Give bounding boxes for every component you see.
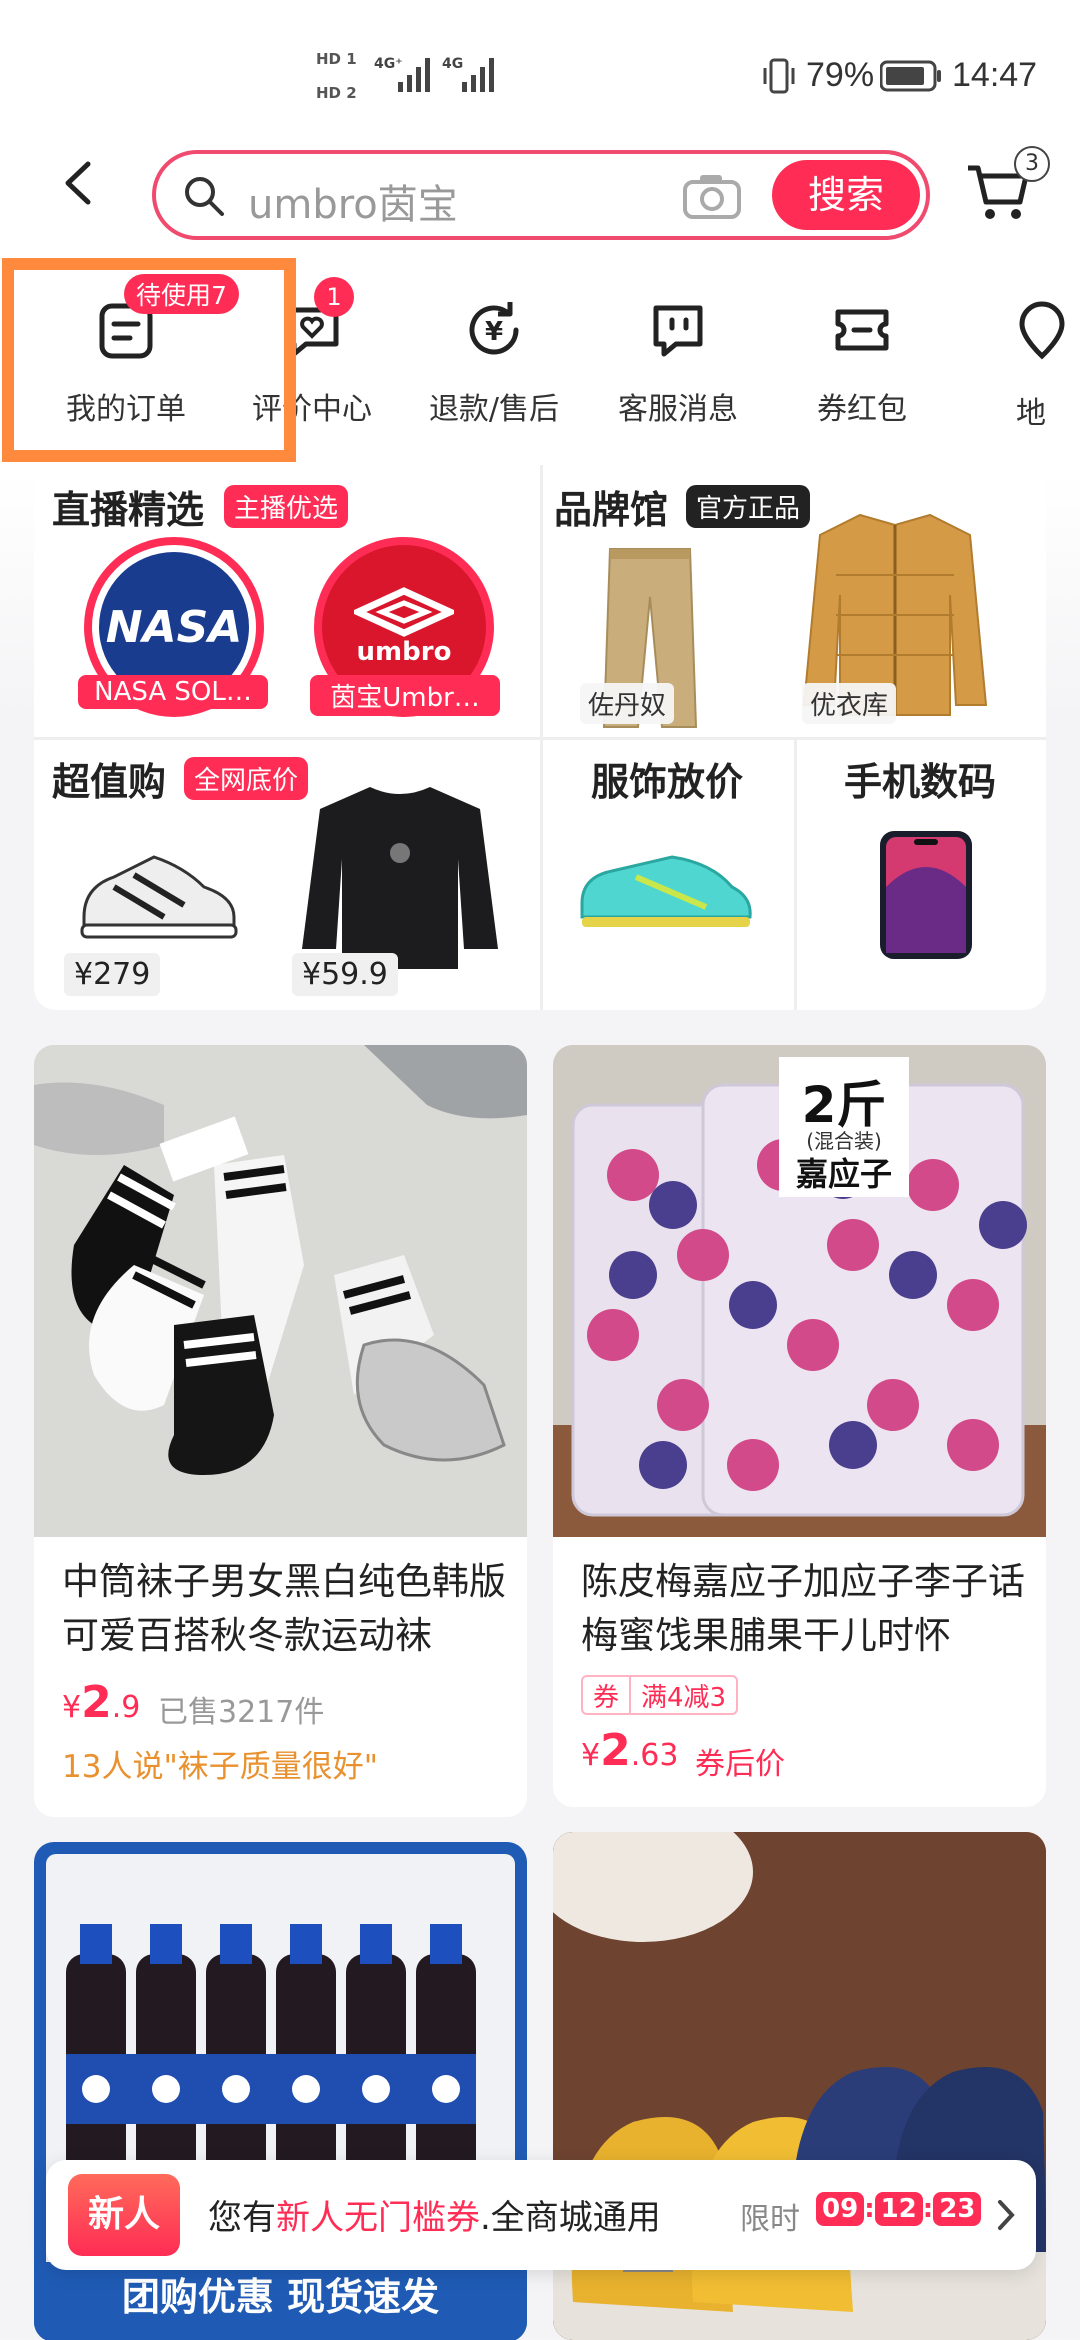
battery-percent: 79% — [806, 56, 875, 94]
camera-icon[interactable] — [682, 172, 742, 220]
cart-count-badge: 3 — [1014, 146, 1050, 182]
coupon-icon — [835, 309, 889, 351]
countdown-seconds: 23 — [933, 2192, 982, 2226]
signal-1-icon — [398, 58, 430, 92]
coupon-tag: 券满4减3 — [581, 1675, 739, 1715]
battery-icon — [880, 60, 941, 92]
live-item-name: NASA SOL… — [78, 675, 268, 709]
hd1-indicator: HD 1 — [316, 50, 357, 68]
cleats-image — [580, 855, 752, 927]
product-title: 中筒袜子男女黑白纯色韩版可爱百搭秋冬款运动袜 — [62, 1560, 506, 1657]
shortcut-service-messages[interactable]: 客服消息 — [598, 290, 758, 428]
hd2-indicator: HD 2 — [316, 84, 357, 102]
sneaker-image — [80, 855, 238, 939]
apparel-title: 服饰放价 — [590, 760, 743, 804]
search-button[interactable]: 搜索 — [772, 160, 920, 230]
sold-count: 已售3217件 — [158, 1695, 325, 1730]
shortcut-address[interactable]: 地 — [1010, 290, 1080, 430]
sweatshirt-image — [302, 787, 498, 969]
brand-tag: 官方正品 — [686, 485, 811, 528]
live-section[interactable]: 直播精选 主播优选 NASA NASA SOL… umbro 茵宝Umbr… — [34, 465, 540, 737]
socks-image — [34, 1045, 527, 1537]
network-type-2: 4G — [442, 56, 464, 72]
highlight-box — [2, 258, 296, 462]
new-user-coupon-bar[interactable]: 新人 您有新人无门槛券.全商城通用 限时 09:12:23 — [46, 2160, 1036, 2270]
value-title: 超值购 — [52, 760, 167, 804]
product-price: ¥2.9 — [62, 1677, 141, 1728]
new-user-message: 您有新人无门槛券.全商城通用 — [208, 2198, 661, 2238]
limited-time-label: 限时 — [740, 2202, 800, 2237]
digital-section[interactable]: 手机数码 — [794, 737, 1046, 1010]
shortcut-label: 退款/售后 — [428, 392, 560, 427]
svg-text:¥: ¥ — [485, 317, 503, 347]
chevron-right-icon[interactable] — [996, 2198, 1016, 2232]
live-title: 直播精选 — [52, 488, 205, 532]
search-input[interactable]: umbro茵宝 — [248, 172, 458, 230]
refund-icon: ¥ — [469, 302, 519, 355]
service-icon — [653, 305, 703, 357]
live-item-name: 茵宝Umbr… — [310, 675, 500, 716]
countdown-timer: 09:12:23 — [816, 2192, 982, 2226]
umbro-diamond-icon — [354, 587, 454, 637]
image-name-text: 嘉应子 — [795, 1155, 892, 1193]
countdown-hours: 09 — [816, 2192, 865, 2226]
product-card[interactable]: 中筒袜子男女黑白纯色韩版可爱百搭秋冬款运动袜 ¥2.9 已售3217件 13人说… — [34, 1045, 527, 1817]
brand-item-name: 优衣库 — [802, 683, 897, 724]
review-highlight: 13人说"袜子质量很好" — [62, 1749, 378, 1785]
search-box[interactable]: umbro茵宝 搜索 — [152, 150, 930, 240]
group-buy-banner: 团购优惠 现货速发 — [34, 2262, 527, 2340]
value-tag: 全网底价 — [184, 757, 309, 800]
shortcut-refund[interactable]: ¥ 退款/售后 — [414, 290, 574, 428]
review-count-badge: 1 — [314, 277, 354, 317]
vibrate-icon — [763, 58, 795, 94]
product-title: 陈皮梅嘉应子加应子李子话梅蜜饯果脯果干儿时怀 — [581, 1560, 1025, 1657]
digital-title: 手机数码 — [843, 760, 996, 804]
promo-card: 直播精选 主播优选 NASA NASA SOL… umbro 茵宝Umbr… 品… — [34, 465, 1046, 1010]
brand-section[interactable]: 品牌馆 官方正品 佐丹奴 优衣库 — [540, 465, 1046, 737]
shortcut-coupons[interactable]: 券红包 — [782, 290, 942, 428]
clock: 14:47 — [952, 56, 1038, 94]
new-user-badge: 新人 — [68, 2174, 180, 2256]
live-tag: 主播优选 — [224, 485, 349, 528]
shortcut-label: 地 — [1016, 396, 1046, 430]
product-card[interactable]: 2斤 (混合装) 嘉应子 陈皮梅嘉应子加应子李子话梅蜜饯果脯果干儿时怀 券满4减… — [553, 1045, 1046, 1807]
phone-image — [880, 831, 972, 959]
location-icon — [1019, 301, 1065, 360]
shortcut-label: 券红包 — [817, 392, 907, 427]
back-arrow-icon[interactable] — [56, 160, 102, 206]
price-note: 券后价 — [695, 1747, 785, 1782]
value-buy-section[interactable]: 超值购 全网底价 ¥279 ¥59.9 — [34, 737, 540, 1010]
signal-2-icon — [462, 58, 494, 92]
brand-item-name: 佐丹奴 — [580, 683, 675, 724]
search-icon — [185, 177, 224, 216]
product-price: ¥2.63 — [581, 1725, 679, 1776]
shortcut-label: 客服消息 — [618, 392, 738, 427]
apparel-section[interactable]: 服饰放价 — [540, 737, 794, 1010]
countdown-minutes: 12 — [874, 2192, 923, 2226]
value-item-price: ¥59.9 — [292, 953, 398, 996]
value-item-price: ¥279 — [64, 953, 161, 996]
brand-title: 品牌馆 — [554, 488, 669, 532]
